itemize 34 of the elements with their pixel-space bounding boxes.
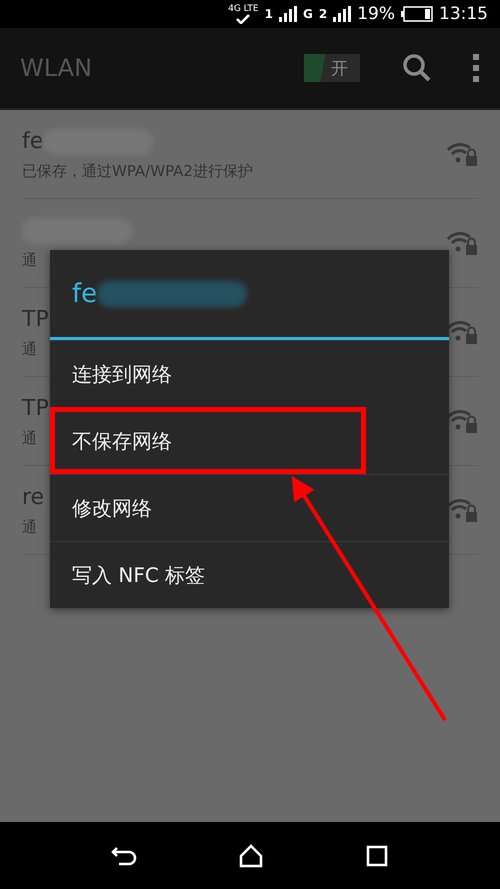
check-icon — [236, 14, 250, 24]
wifi-lock-icon — [446, 230, 478, 256]
battery-percent: 19% — [357, 4, 395, 24]
network-status: 通 — [22, 428, 37, 448]
network-name: fe — [22, 129, 44, 154]
wifi-lock-icon — [446, 497, 478, 523]
sim-number: 1 — [264, 7, 273, 21]
wifi-lock-icon — [446, 141, 478, 167]
network-name: re — [22, 485, 44, 510]
network-name: TP — [22, 307, 49, 332]
wifi-lock-icon — [446, 408, 478, 434]
screen-title: WLAN — [20, 54, 94, 82]
recent-apps-icon[interactable] — [365, 844, 389, 868]
menu-item[interactable]: 写入 NFC 标签 — [50, 541, 449, 608]
network-name: TP — [22, 396, 49, 421]
menu-item[interactable]: 连接到网络 — [50, 340, 449, 407]
wifi-toggle[interactable]: 开 — [304, 54, 360, 82]
network-type: 4G LTE — [228, 4, 259, 14]
sim-number: 2 — [318, 7, 328, 21]
menu-item[interactable]: 修改网络 — [50, 474, 449, 541]
clock: 13:15 — [439, 4, 488, 24]
menu-item[interactable]: 不保存网络 — [50, 407, 366, 474]
overflow-menu-icon[interactable] — [472, 53, 480, 83]
signal-icon — [333, 6, 352, 22]
back-icon[interactable] — [111, 844, 137, 866]
battery-icon — [401, 6, 433, 22]
home-icon[interactable] — [239, 844, 263, 868]
network-status: 通 — [22, 340, 37, 358]
network-type: G — [302, 7, 313, 21]
search-icon[interactable] — [402, 53, 432, 83]
signal-icon — [278, 6, 297, 22]
network-status: 通 — [22, 250, 37, 270]
network-status: 通 — [22, 518, 37, 536]
wifi-lock-icon — [446, 319, 478, 345]
